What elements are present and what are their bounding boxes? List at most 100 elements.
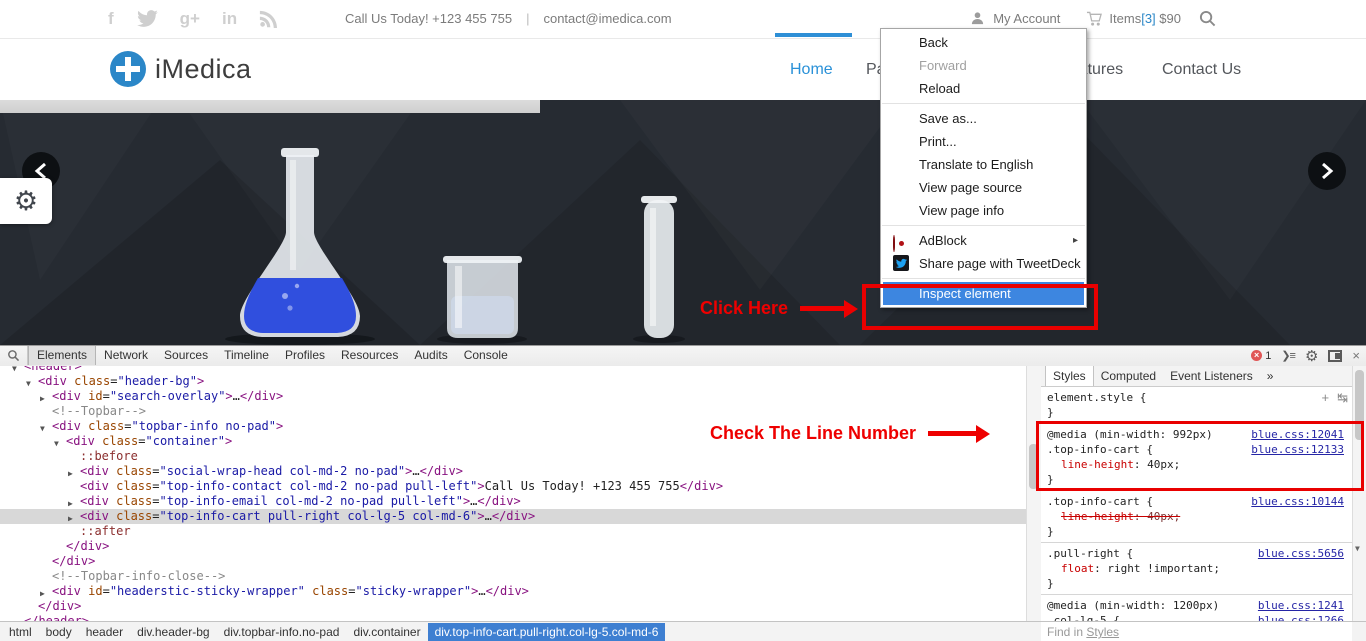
menu-item-reload[interactable]: Reload: [881, 77, 1086, 100]
find-styles-input[interactable]: Find in Styles: [1041, 622, 1352, 641]
menu-item-translate-to-english[interactable]: Translate to English: [881, 153, 1086, 176]
nav-item-contact-us[interactable]: Contact Us: [1162, 61, 1241, 79]
css-property-name[interactable]: line-height: [1061, 510, 1134, 523]
search-icon[interactable]: [1199, 10, 1216, 27]
breadcrumb-body[interactable]: body: [39, 623, 79, 641]
tree-row[interactable]: <!--Topbar-->: [0, 404, 1026, 419]
tweetdeck-icon: [893, 255, 909, 271]
tree-row[interactable]: ::after: [0, 524, 1026, 539]
logo[interactable]: iMedica: [110, 51, 252, 87]
google-plus-icon[interactable]: g+: [180, 7, 200, 31]
my-account-link[interactable]: My Account: [993, 11, 1060, 26]
click-here-annotation: Click Here: [700, 298, 788, 319]
hero-slider: ⚙: [0, 100, 1366, 345]
code-segment: =: [152, 464, 159, 478]
stylesheet-link[interactable]: blue.css:10144: [1251, 494, 1344, 509]
facebook-icon[interactable]: f: [108, 7, 114, 31]
style-rule-text: element.style {: [1047, 391, 1146, 404]
email-text[interactable]: contact@imedica.com: [543, 11, 671, 26]
styles-tab-event-listeners[interactable]: Event Listeners: [1163, 366, 1260, 386]
devtools-tab-elements[interactable]: Elements: [28, 346, 96, 365]
code-segment: =: [152, 509, 159, 523]
code-segment: </div>: [38, 599, 81, 613]
tree-row[interactable]: ▶<div id="search-overlay">…</div>: [0, 389, 1026, 404]
top-info-bar: f g+ in Call Us Today! +123 455 755|cont…: [0, 0, 1366, 39]
menu-item-back[interactable]: Back: [881, 31, 1086, 54]
devtools-tab-timeline[interactable]: Timeline: [216, 346, 277, 365]
breadcrumb-div-selected[interactable]: div.top-info-cart.pull-right.col-lg-5.co…: [428, 623, 666, 641]
styles-tab-styles[interactable]: Styles: [1045, 366, 1094, 386]
theme-options-button[interactable]: ⚙: [0, 178, 52, 224]
tree-row[interactable]: ▶<div id="headerstic-sticky-wrapper" cla…: [0, 584, 1026, 599]
devtools-tab-network[interactable]: Network: [96, 346, 156, 365]
tree-row[interactable]: ▼<div class="header-bg">: [0, 374, 1026, 389]
twitter-icon[interactable]: [136, 10, 158, 28]
devtools-tab-console[interactable]: Console: [456, 346, 516, 365]
social-icons: f g+ in: [108, 7, 277, 31]
tree-row[interactable]: ::before: [0, 449, 1026, 464]
code-segment: >: [225, 389, 232, 403]
elements-tree: ▼<header>▼<div class="header-bg">▶<div i…: [0, 366, 1026, 621]
css-property-value[interactable]: : right !important;: [1094, 562, 1220, 575]
devtools-tab-profiles[interactable]: Profiles: [277, 346, 333, 365]
menu-item-view-page-source[interactable]: View page source: [881, 176, 1086, 199]
menu-item-label: Print...: [919, 134, 957, 149]
menu-item-label: View page info: [919, 203, 1004, 218]
style-rule-text: .top-info-cart {: [1047, 495, 1153, 508]
inspect-magnifier-icon[interactable]: [0, 346, 28, 365]
tree-row[interactable]: <!--Topbar-info-close-->: [0, 569, 1026, 584]
menu-item-print[interactable]: Print...: [881, 130, 1086, 153]
settings-gear-icon[interactable]: ⚙: [1305, 347, 1318, 365]
tree-row[interactable]: <div class="top-info-contact col-md-2 no…: [0, 479, 1026, 494]
code-segment: "search-overlay": [110, 389, 226, 403]
css-property-name[interactable]: float: [1061, 562, 1094, 575]
devtools-tab-audits[interactable]: Audits: [406, 346, 455, 365]
code-segment: <div: [52, 419, 81, 433]
breadcrumb-html[interactable]: html: [2, 623, 39, 641]
tree-row[interactable]: </div>: [0, 539, 1026, 554]
tree-row[interactable]: ▼<header>: [0, 366, 1026, 374]
css-property-value[interactable]: : 40px;: [1134, 510, 1180, 523]
code-segment: class: [67, 374, 110, 388]
stylesheet-link[interactable]: blue.css:1241: [1258, 598, 1344, 613]
elements-scrollbar[interactable]: [1026, 366, 1042, 621]
code-segment: Call Us Today! +123 455 755: [485, 479, 680, 493]
devtools-tab-sources[interactable]: Sources: [156, 346, 216, 365]
tree-row[interactable]: ▶<div class="top-info-cart pull-right co…: [0, 509, 1026, 524]
tree-row[interactable]: </div>: [0, 599, 1026, 614]
devtools-tab-resources[interactable]: Resources: [333, 346, 406, 365]
carousel-next-button[interactable]: [1308, 152, 1346, 190]
line-number-highlight-box: [1036, 421, 1364, 491]
tree-row[interactable]: ▶<div class="top-info-email col-md-2 no-…: [0, 494, 1026, 509]
menu-item-save-as[interactable]: Save as...: [881, 107, 1086, 130]
breadcrumb-div[interactable]: div.header-bg: [130, 623, 217, 641]
menu-item-view-page-info[interactable]: View page info: [881, 199, 1086, 222]
tree-row[interactable]: ▶<div class="social-wrap-head col-md-2 n…: [0, 464, 1026, 479]
code-segment: "sticky-wrapper": [356, 584, 472, 598]
tree-row[interactable]: </div>: [0, 554, 1026, 569]
nav-item-home[interactable]: Home: [790, 61, 833, 79]
code-segment: <!--Topbar-info-close-->: [52, 569, 225, 583]
stylesheet-link[interactable]: blue.css:1266: [1258, 613, 1344, 621]
dock-side-icon[interactable]: [1328, 350, 1342, 362]
error-badge[interactable]: ×1: [1251, 350, 1271, 362]
tree-row[interactable]: </header>: [0, 614, 1026, 621]
code-segment: </header>: [24, 614, 89, 621]
close-devtools-icon[interactable]: ×: [1352, 348, 1360, 363]
menu-item-share-page-with-tweetdeck[interactable]: Share page with TweetDeck: [881, 252, 1086, 275]
styles-scrollbar[interactable]: ▼: [1352, 366, 1366, 621]
menu-item-adblock[interactable]: AdBlock▸: [881, 229, 1086, 252]
console-drawer-icon[interactable]: ❯≡: [1281, 349, 1295, 362]
cart-items[interactable]: Items[3] $90: [1086, 11, 1181, 27]
styles-tab-computed[interactable]: Computed: [1094, 366, 1163, 386]
stylesheet-link[interactable]: blue.css:5656: [1258, 546, 1344, 561]
linkedin-icon[interactable]: in: [222, 7, 237, 31]
menu-item-label: Back: [919, 35, 948, 50]
breadcrumb-header[interactable]: header: [79, 623, 130, 641]
breadcrumb-div[interactable]: div.container: [346, 623, 427, 641]
active-nav-indicator: [775, 33, 852, 37]
rss-icon[interactable]: [259, 10, 277, 28]
account-cart-area: My Account Items[3] $90: [970, 10, 1216, 27]
styles-tab-[interactable]: »: [1260, 366, 1281, 386]
breadcrumb-div[interactable]: div.topbar-info.no-pad: [217, 623, 347, 641]
